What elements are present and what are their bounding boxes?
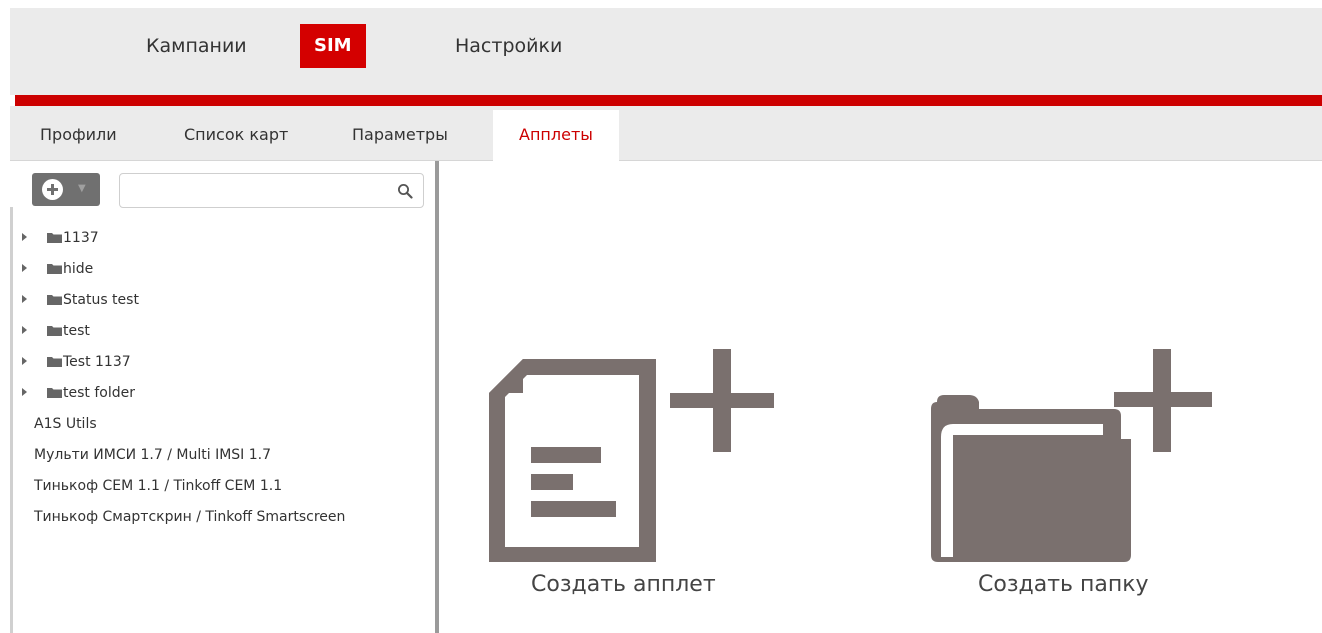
tab-profiles[interactable]: Профили: [26, 110, 131, 161]
tree-folder-label: Test 1137: [63, 354, 131, 370]
accent-bar: [15, 95, 1322, 106]
main-navigation: Кампании SIM Настройки: [10, 8, 1322, 95]
main-content: Создать апплет Создать папку: [439, 161, 1322, 633]
tree-item[interactable]: Мульти ИМСИ 1.7 / Multi IMSI 1.7: [10, 446, 436, 477]
folder-icon: [47, 388, 62, 398]
expand-arrow-icon[interactable]: [22, 388, 27, 396]
applet-tree: 1137 hide Status test test Test 1137 tes…: [10, 229, 436, 539]
tree-folder-label: 1137: [63, 230, 99, 246]
tree-item-label: Мульти ИМСИ 1.7 / Multi IMSI 1.7: [34, 447, 272, 463]
expand-arrow-icon[interactable]: [22, 233, 27, 241]
tab-sim[interactable]: SIM: [300, 24, 366, 68]
plus-circle-icon: [42, 179, 63, 200]
expand-arrow-icon[interactable]: [22, 357, 27, 365]
tab-parameters[interactable]: Параметры: [338, 110, 462, 161]
tree-folder[interactable]: Test 1137: [10, 353, 436, 384]
expand-arrow-icon[interactable]: [22, 264, 27, 272]
tree-item-label: Тинькоф Смартскрин / Tinkoff Smartscreen: [34, 509, 346, 525]
sub-navigation: Профили Список карт Параметры Апплеты: [10, 106, 1322, 161]
tree-item-label: A1S Utils: [34, 416, 97, 432]
search-box: [119, 173, 424, 208]
applet-tree-panel: ▼ 1137 hide Status test test Test 1137 t…: [10, 161, 436, 633]
expand-arrow-icon[interactable]: [22, 295, 27, 303]
search-icon[interactable]: [397, 183, 413, 199]
tree-folder-label: Status test: [63, 292, 139, 308]
tree-folder[interactable]: test folder: [10, 384, 436, 415]
tab-applets[interactable]: Апплеты: [493, 110, 619, 161]
add-button[interactable]: ▼: [32, 173, 100, 206]
tree-folder[interactable]: 1137: [10, 229, 436, 260]
tab-card-list[interactable]: Список карт: [170, 110, 302, 161]
tab-settings[interactable]: Настройки: [441, 24, 576, 68]
new-document-icon: [489, 349, 774, 562]
tree-folder-label: hide: [63, 261, 94, 277]
tree-folder-label: test folder: [63, 385, 135, 401]
search-input[interactable]: [126, 178, 386, 203]
create-applet-label: Создать апплет: [531, 572, 716, 597]
folder-icon: [47, 295, 62, 305]
tree-folder[interactable]: Status test: [10, 291, 436, 322]
expand-arrow-icon[interactable]: [22, 326, 27, 334]
tree-folder[interactable]: test: [10, 322, 436, 353]
create-folder-button[interactable]: Создать папку: [931, 347, 1221, 617]
create-folder-label: Создать папку: [978, 572, 1149, 597]
tree-folder[interactable]: hide: [10, 260, 436, 291]
create-applet-button[interactable]: Создать апплет: [489, 347, 779, 617]
folder-icon: [47, 264, 62, 274]
tree-item-label: Тинькоф CEM 1.1 / Tinkoff CEM 1.1: [34, 478, 283, 494]
folder-icon: [47, 326, 62, 336]
tree-item[interactable]: Тинькоф Смартскрин / Tinkoff Smartscreen: [10, 508, 436, 539]
caret-down-icon: ▼: [78, 183, 86, 194]
tree-folder-label: test: [63, 323, 90, 339]
tree-item[interactable]: Тинькоф CEM 1.1 / Tinkoff CEM 1.1: [10, 477, 436, 508]
folder-icon: [47, 357, 62, 367]
tree-item[interactable]: A1S Utils: [10, 415, 436, 446]
new-folder-icon: [931, 349, 1212, 562]
tab-campaigns[interactable]: Кампании: [132, 24, 261, 68]
folder-icon: [47, 233, 62, 243]
